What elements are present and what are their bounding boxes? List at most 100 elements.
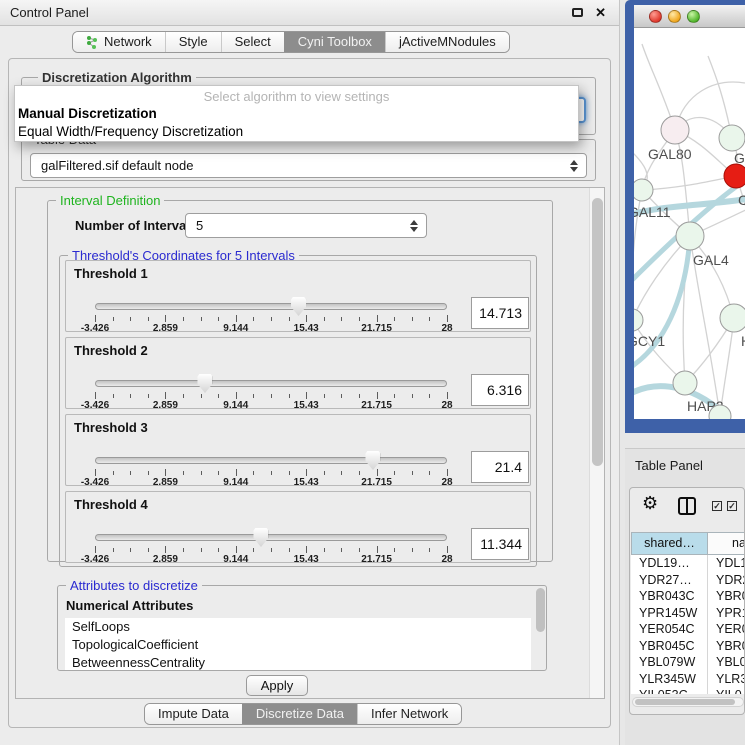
checkbox-icon[interactable]: ✓ xyxy=(727,501,737,511)
tab-network[interactable]: Network xyxy=(73,32,165,52)
table-row[interactable]: YBR045CYBR0 xyxy=(631,638,745,655)
threshold-slider[interactable] xyxy=(95,303,447,310)
network-canvas[interactable]: GAL80GACGAL11GAL4GCY1HHAP2 xyxy=(634,28,745,419)
tick-mark xyxy=(130,471,131,475)
threshold-value-field[interactable]: 11.344 xyxy=(471,528,529,560)
table-row[interactable]: YER054CYER0 xyxy=(631,621,745,638)
threshold-slider[interactable] xyxy=(95,380,447,387)
interval-definition-title: Interval Definition xyxy=(56,193,164,208)
table-row[interactable]: YIL053CYIL0 xyxy=(631,687,745,694)
slider-ticks xyxy=(95,469,447,477)
columns-icon[interactable] xyxy=(678,497,696,515)
table-row[interactable]: YDR27…YDR2 xyxy=(631,572,745,589)
tab-infer-network[interactable]: Infer Network xyxy=(357,704,461,724)
tick-mark xyxy=(394,548,395,552)
table-row[interactable]: YLR345WYLR3 xyxy=(631,671,745,688)
attributes-list-scrollbar[interactable] xyxy=(536,588,545,632)
threshold-panel: Threshold 2-3.4262.8599.14415.4321.71528… xyxy=(65,337,531,409)
checkbox-icon[interactable]: ✓ xyxy=(712,501,722,511)
tick-mark xyxy=(95,469,96,476)
tick-mark xyxy=(306,546,307,553)
tab-style[interactable]: Style xyxy=(165,32,221,52)
minimize-traffic-light-icon[interactable] xyxy=(668,10,681,23)
tick-label: 21.715 xyxy=(361,554,392,565)
threshold-value-field[interactable]: 6.316 xyxy=(471,374,529,406)
table-hscrollbar-thumb[interactable] xyxy=(635,699,735,705)
close-traffic-light-icon[interactable] xyxy=(649,10,662,23)
network-edge[interactable] xyxy=(642,176,736,190)
tab-cyni-toolbox[interactable]: Cyni Toolbox xyxy=(284,32,385,52)
tab-impute-data[interactable]: Impute Data xyxy=(145,704,242,724)
tick-label: 28 xyxy=(441,554,452,565)
tick-mark xyxy=(324,471,325,475)
threshold-slider[interactable] xyxy=(95,534,447,541)
close-icon[interactable]: ✕ xyxy=(595,5,606,21)
tick-mark xyxy=(447,469,448,476)
slider-thumb[interactable] xyxy=(253,528,268,547)
table-row[interactable]: YBL079WYBL0 xyxy=(631,654,745,671)
column-header-name[interactable]: na xyxy=(708,532,745,555)
node-label: GAL11 xyxy=(634,204,671,220)
threshold-value-field[interactable]: 21.4 xyxy=(471,451,529,483)
slider-thumb[interactable] xyxy=(197,374,212,393)
network-node-gal11[interactable] xyxy=(634,179,653,201)
threshold-coordinates-group: Threshold's Coordinates for 5 Intervals … xyxy=(59,255,537,567)
tick-mark xyxy=(394,317,395,321)
dropdown-option[interactable]: Manual Discretization xyxy=(15,105,578,123)
threshold-value-field[interactable]: 14.713 xyxy=(471,297,529,329)
tab-discretize-data[interactable]: Discretize Data xyxy=(242,704,357,724)
tick-mark xyxy=(324,317,325,321)
tick-mark xyxy=(271,471,272,475)
tab-label: Select xyxy=(235,32,271,52)
network-node-gcy1[interactable] xyxy=(634,309,643,331)
column-header-shared-name[interactable]: shared… xyxy=(631,532,708,555)
tick-mark xyxy=(377,469,378,476)
zoom-traffic-light-icon[interactable] xyxy=(687,10,700,23)
slider-thumb[interactable] xyxy=(365,451,380,470)
numerical-attributes-list[interactable]: SelfLoopsTopologicalCoefficientBetweenne… xyxy=(65,618,531,670)
number-of-intervals-combobox[interactable]: 5 xyxy=(185,213,427,238)
table-row[interactable]: YBR043CYBR0 xyxy=(631,588,745,605)
node-label: H xyxy=(741,333,745,349)
float-window-icon[interactable] xyxy=(572,8,583,17)
tick-mark xyxy=(130,548,131,552)
tick-mark xyxy=(359,471,360,475)
table-data-value: galFiltered.sif default node xyxy=(41,154,193,177)
threshold-panel: Threshold 3-3.4262.8599.14415.4321.71528… xyxy=(65,414,531,486)
tick-mark xyxy=(113,471,114,475)
tab-select[interactable]: Select xyxy=(221,32,284,52)
network-node-hap2[interactable] xyxy=(673,371,697,395)
tick-label: 15.43 xyxy=(294,477,319,488)
settings-scrollbar-track[interactable] xyxy=(589,188,604,698)
tick-mark xyxy=(148,471,149,475)
table-row[interactable]: YPR145WYPR1 xyxy=(631,605,745,622)
network-node-gal4[interactable] xyxy=(676,222,704,250)
settings-scrollbar-thumb[interactable] xyxy=(592,198,603,466)
tab-jactivemnodules[interactable]: jActiveMNodules xyxy=(385,32,509,52)
threshold-slider[interactable] xyxy=(95,457,447,464)
network-node-c[interactable] xyxy=(724,164,745,188)
tick-mark xyxy=(130,394,131,398)
gear-icon[interactable]: ⚙ xyxy=(642,493,658,514)
table-hscrollbar-track[interactable] xyxy=(632,697,744,707)
tick-mark xyxy=(201,548,202,552)
dropdown-option[interactable]: Equal Width/Frequency Discretization xyxy=(15,123,578,141)
tick-mark xyxy=(324,548,325,552)
slider-thumb[interactable] xyxy=(291,297,306,316)
network-edge-thick[interactable] xyxy=(634,236,690,370)
window-title: Control Panel xyxy=(10,0,89,26)
tick-mark xyxy=(447,392,448,399)
tick-mark xyxy=(236,546,237,553)
attribute-list-item[interactable]: BetweennessCentrality xyxy=(65,654,531,670)
table-row[interactable]: YDL19…YDL1 xyxy=(631,555,745,572)
apply-button[interactable]: Apply xyxy=(246,675,308,696)
network-node-h[interactable] xyxy=(720,304,745,332)
table-data-combobox[interactable]: galFiltered.sif default node xyxy=(30,153,587,178)
network-icon xyxy=(86,36,99,49)
network-node-ga[interactable] xyxy=(719,125,745,151)
tick-mark xyxy=(165,315,166,322)
attribute-list-item[interactable]: TopologicalCoefficient xyxy=(65,636,531,654)
tick-mark xyxy=(236,392,237,399)
attribute-list-item[interactable]: SelfLoops xyxy=(65,618,531,636)
network-node-gal80[interactable] xyxy=(661,116,689,144)
